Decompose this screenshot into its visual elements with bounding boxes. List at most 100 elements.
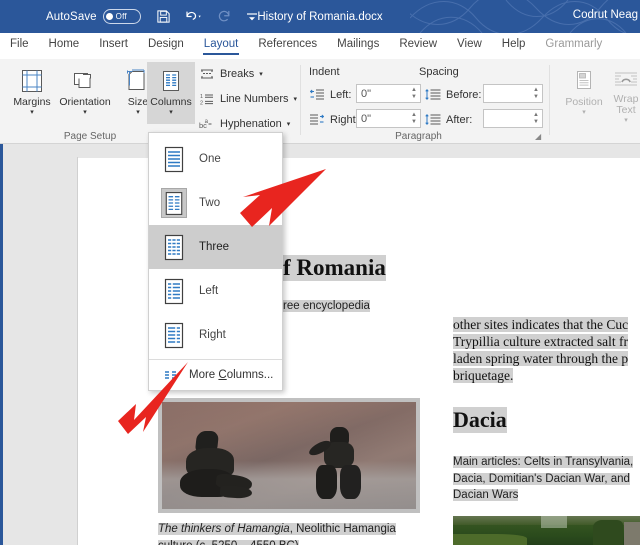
- customize-quick-access-icon[interactable]: [244, 8, 261, 25]
- menu-item-two[interactable]: Two: [149, 181, 282, 225]
- spacing-after-row: After:: [425, 111, 472, 129]
- chevron-down-icon: ▾: [286, 120, 291, 128]
- indent-left-stepper[interactable]: 0" ▲ ▼: [356, 84, 421, 103]
- menu-item-left-label: Left: [199, 285, 219, 297]
- chevron-down-icon: ▾: [624, 117, 628, 124]
- indent-left-value: 0": [361, 87, 372, 100]
- columns-button[interactable]: Columns ▾: [147, 62, 195, 124]
- column-one-icon: [161, 144, 187, 174]
- tab-insert[interactable]: Insert: [89, 33, 138, 56]
- tab-design[interactable]: Design: [138, 33, 194, 56]
- spacing-before-row: Before:: [425, 86, 481, 104]
- chevron-down-icon: ▾: [293, 95, 297, 103]
- indent-right-spinner-arrows[interactable]: ▲ ▼: [408, 110, 420, 127]
- tab-review[interactable]: Review: [389, 33, 447, 56]
- autosave-control[interactable]: AutoSave Off: [46, 9, 141, 24]
- document-section-heading-dacia: Dacia: [453, 407, 507, 433]
- main-articles-note: Main articles: Celts in Transylvania, Da…: [453, 454, 640, 504]
- redo-icon: [216, 8, 233, 25]
- chevron-down-icon: ▾: [30, 109, 34, 116]
- photo-caption: The thinkers of Hamangia, Neolithic Hama…: [158, 521, 428, 545]
- caption-rest: , Neolithic Hamangia: [289, 523, 396, 535]
- spacing-before-stepper[interactable]: ▲ ▼: [483, 84, 543, 103]
- columns-icon: [159, 66, 183, 96]
- caption-line-2: culture (c. 5250 – 4550 BC): [158, 540, 299, 545]
- indent-left-label: Left:: [330, 89, 352, 101]
- spacing-before-icon: [425, 89, 441, 101]
- size-label: Size: [127, 96, 149, 108]
- menu-item-two-label: Two: [199, 197, 221, 209]
- undo-icon[interactable]: [183, 8, 205, 25]
- spacing-after-stepper[interactable]: ▲ ▼: [483, 109, 543, 128]
- column-two-icon: [161, 188, 187, 218]
- document-subtitle: ree encyclopedia: [283, 300, 370, 312]
- document-body-paragraph: other sites indicates that the Cuc Trypi…: [453, 316, 640, 384]
- main-articles-line-3: Dacian Wars: [453, 489, 519, 501]
- main-articles-line-1: Main articles: Celts in Transylvania,: [453, 456, 634, 468]
- indent-label: Indent: [309, 66, 340, 78]
- indent-right-icon: [309, 114, 325, 126]
- margins-label: Margins: [13, 96, 51, 108]
- indent-right-label: Right:: [330, 114, 359, 126]
- spacing-after-spinner-arrows[interactable]: ▲ ▼: [530, 110, 542, 127]
- columns-label: Columns: [150, 96, 192, 108]
- quick-access-toolbar: [155, 8, 261, 25]
- hyphenation-button[interactable]: bc a Hyphenation ▾: [199, 115, 290, 133]
- column-three-icon: [161, 232, 187, 262]
- wrap-text-icon: [613, 66, 639, 93]
- line-numbers-button[interactable]: 12 Line Numbers ▾: [199, 90, 297, 108]
- menu-item-one[interactable]: One: [149, 137, 282, 181]
- menu-item-one-label: One: [199, 153, 221, 165]
- caption-italic-title: The thinkers of Hamangia: [158, 523, 290, 535]
- tab-view[interactable]: View: [447, 33, 492, 56]
- hyphenation-icon: bc a: [199, 117, 215, 131]
- document-title: History of Romania.docx: [257, 10, 383, 23]
- chevron-down-icon: ▾: [169, 109, 173, 116]
- margins-button[interactable]: Margins ▾: [4, 62, 60, 124]
- hamangia-thinkers-photo: [158, 398, 420, 513]
- menu-item-three-label: Three: [199, 241, 230, 253]
- spacing-before-spinner-arrows[interactable]: ▲ ▼: [530, 85, 542, 102]
- paragraph-dialog-launcher[interactable]: ◢: [535, 132, 541, 141]
- spacing-after-icon: [425, 114, 441, 126]
- spacing-before-label: Before:: [446, 89, 482, 101]
- autosave-label: AutoSave: [46, 10, 97, 23]
- menu-item-three[interactable]: Three: [149, 225, 282, 269]
- tab-home[interactable]: Home: [39, 33, 90, 56]
- chevron-down-icon: ▾: [259, 70, 263, 78]
- autosave-toggle[interactable]: Off: [102, 9, 141, 24]
- document-heading-title: f Romania: [283, 255, 386, 281]
- column-right-icon: [161, 320, 187, 350]
- column-left-icon: [161, 276, 187, 306]
- ribbon-group-paragraph: Indent Spacing Left: 0" ▲ ▼ Right: 0" ▲ …: [301, 59, 546, 143]
- hyphenation-label: Hyphenation: [220, 118, 282, 130]
- menu-item-more-columns[interactable]: More Columns...: [149, 360, 282, 390]
- orientation-button[interactable]: Orientation ▾: [57, 62, 113, 124]
- tab-file[interactable]: File: [0, 33, 39, 56]
- svg-text:2: 2: [200, 101, 203, 107]
- tab-layout[interactable]: Layout: [194, 33, 249, 56]
- spacing-after-label: After:: [446, 114, 473, 126]
- menu-item-right[interactable]: Right: [149, 313, 282, 357]
- indent-right-stepper[interactable]: 0" ▲ ▼: [356, 109, 421, 128]
- tab-mailings[interactable]: Mailings: [327, 33, 389, 56]
- landscape-photo: [453, 516, 640, 545]
- breaks-button[interactable]: Breaks ▾: [199, 65, 263, 83]
- line-numbers-icon: 12: [199, 92, 215, 106]
- autosave-toggle-knob: [105, 13, 113, 20]
- chevron-down-icon: ▾: [83, 109, 87, 116]
- ribbon-tabs: File Home Insert Design Layout Reference…: [0, 33, 640, 59]
- account-name[interactable]: Codrut Neag: [573, 9, 640, 21]
- tab-help[interactable]: Help: [492, 33, 536, 56]
- document-workspace: f Romania ree encyclopedia The thinkers …: [0, 144, 640, 545]
- orientation-icon: [72, 66, 98, 96]
- menu-item-left[interactable]: Left: [149, 269, 282, 313]
- tab-grammarly[interactable]: Grammarly: [535, 33, 612, 56]
- tab-references[interactable]: References: [248, 33, 327, 56]
- save-icon[interactable]: [155, 8, 172, 25]
- title-bar: AutoSave Off History of Romania.docx Cod: [0, 0, 640, 33]
- indent-left-spinner-arrows[interactable]: ▲ ▼: [408, 85, 420, 102]
- columns-dropdown-menu[interactable]: One Two Three Left Right More Columns...: [148, 132, 283, 391]
- breaks-label: Breaks: [220, 68, 255, 80]
- orientation-label: Orientation: [59, 96, 111, 108]
